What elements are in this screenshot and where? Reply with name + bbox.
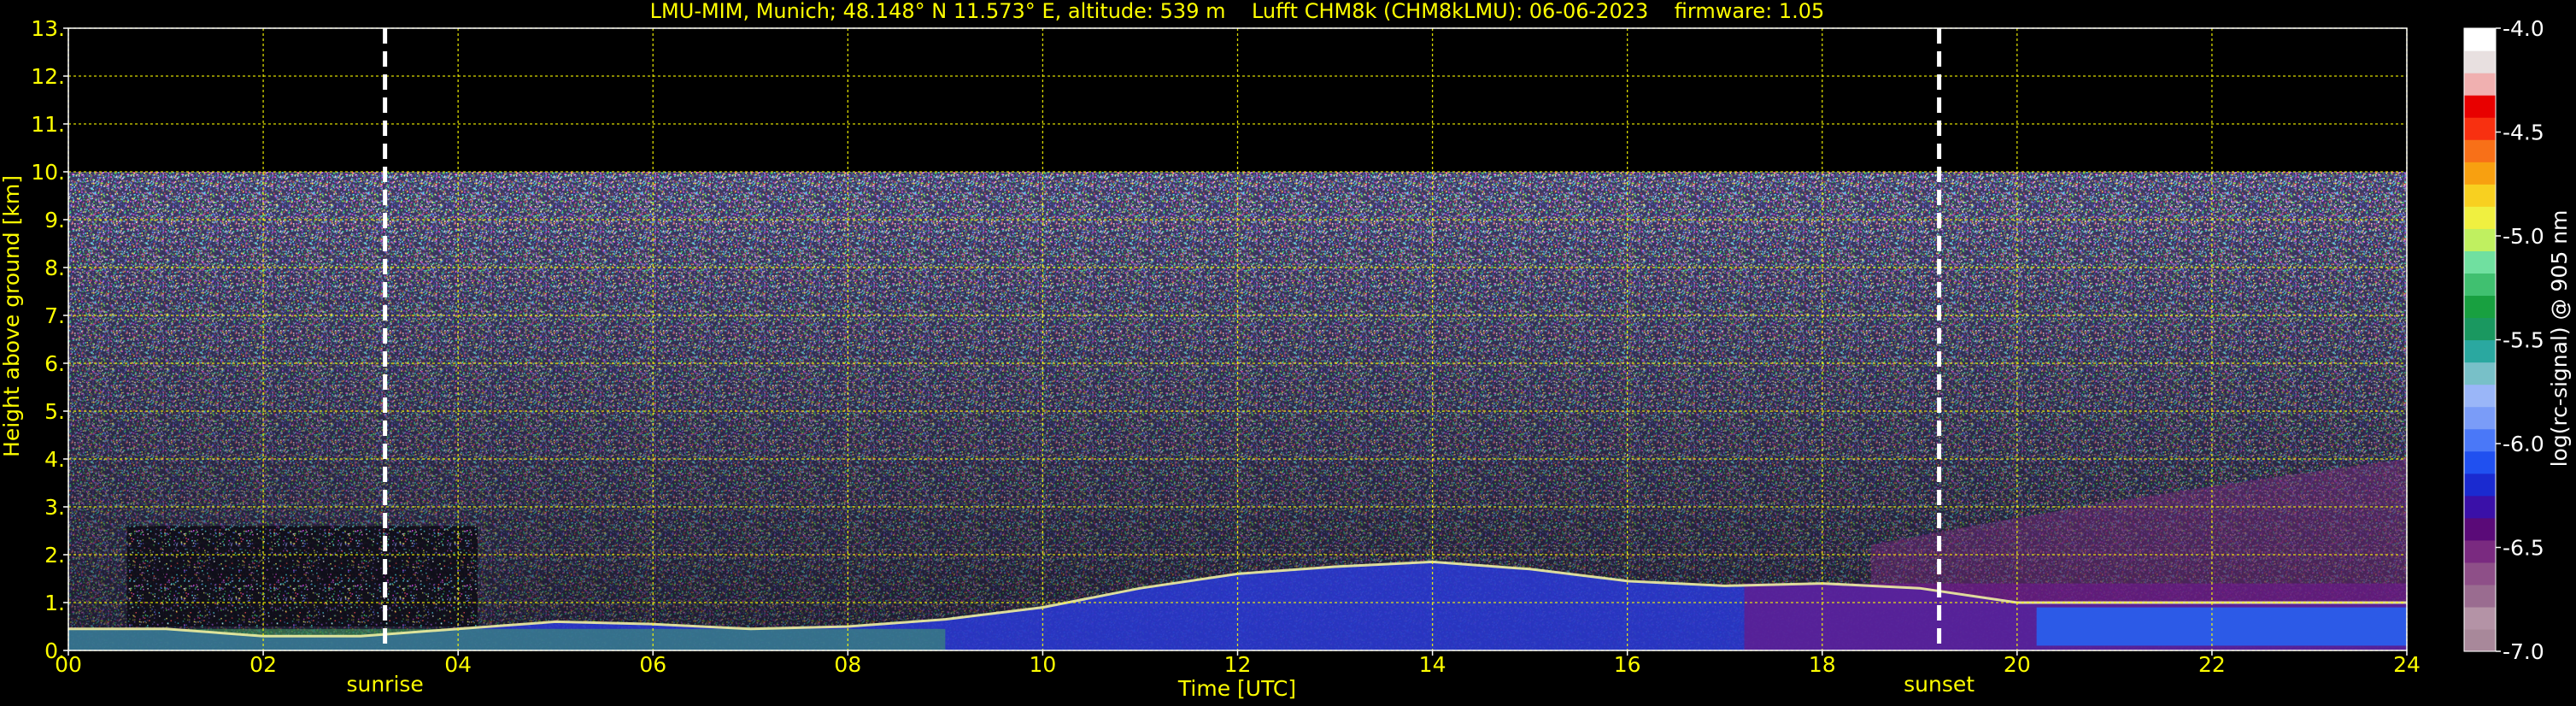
y-tick-label: 8. <box>44 256 65 280</box>
y-tick-label: 1. <box>44 591 65 615</box>
colorbar-swatch <box>2464 473 2496 497</box>
marker-label-sunrise: sunrise <box>346 672 423 697</box>
x-tick-label: 08 <box>834 652 861 677</box>
colorbar-swatch <box>2464 517 2496 541</box>
colorbar-swatch <box>2464 450 2496 474</box>
colorbar-tick-label: -5.0 <box>2503 224 2544 249</box>
y-tick-label: 7. <box>44 303 65 328</box>
y-tick-label: 11. <box>31 112 65 137</box>
colorbar-tick-label: -7.0 <box>2503 639 2544 664</box>
x-axis-label: Time [UTC] <box>1177 676 1296 701</box>
colorbar-tick-label: -5.5 <box>2503 328 2544 353</box>
x-tick-label: 12 <box>1224 652 1252 677</box>
colorbar-swatch <box>2464 273 2496 297</box>
x-tick-label: 20 <box>2004 652 2031 677</box>
colorbar-swatch <box>2464 206 2496 229</box>
colorbar-swatch <box>2464 339 2496 363</box>
colorbar-swatch <box>2464 317 2496 341</box>
colorbar-tick-label: -6.0 <box>2503 432 2544 456</box>
y-tick-label: 5. <box>44 399 65 424</box>
colorbar-swatch <box>2464 384 2496 408</box>
colorbar-swatch <box>2464 495 2496 519</box>
colorbar-tick-label: -6.5 <box>2503 536 2544 561</box>
colorbar-swatch <box>2464 362 2496 385</box>
x-tick-label: 24 <box>2393 652 2421 677</box>
x-tick-label: 02 <box>249 652 277 677</box>
nocturnal-layer <box>2036 607 2407 646</box>
y-tick-label: 13. <box>31 16 65 41</box>
y-tick-label: 3. <box>44 495 65 520</box>
colorbar-swatch <box>2464 228 2496 251</box>
colorbar-swatch <box>2464 562 2496 585</box>
colorbar-swatch <box>2464 584 2496 608</box>
y-tick-label: 6. <box>44 351 65 376</box>
colorbar-tick-label: -4.0 <box>2503 16 2544 41</box>
colorbar-swatch <box>2464 117 2496 140</box>
colorbar-swatch <box>2464 606 2496 630</box>
x-tick-label: 10 <box>1030 652 1057 677</box>
colorbar-swatch <box>2464 295 2496 319</box>
marker-label-sunset: sunset <box>1904 672 1975 697</box>
chart-title: LMU-MIM, Munich; 48.148° N 11.573° E, al… <box>650 0 1825 23</box>
colorbar-swatch <box>2464 406 2496 430</box>
colorbar-swatch <box>2464 250 2496 274</box>
colorbar-tick-label: -4.5 <box>2503 121 2544 145</box>
colorbar-swatch <box>2464 139 2496 162</box>
colorbar-swatch <box>2464 28 2496 51</box>
y-tick-label: 0. <box>44 638 65 663</box>
y-tick-label: 10. <box>31 160 65 185</box>
y-tick-label: 2. <box>44 543 65 568</box>
x-tick-label: 04 <box>444 652 472 677</box>
x-tick-label: 06 <box>639 652 666 677</box>
colorbar-swatch <box>2464 73 2496 96</box>
colorbar-swatch <box>2464 628 2496 652</box>
y-tick-label: 4. <box>44 447 65 472</box>
colorbar-swatch <box>2464 539 2496 563</box>
y-tick-label: 12. <box>31 64 65 89</box>
colorbar-swatch <box>2464 184 2496 207</box>
y-tick-label: 9. <box>44 208 65 232</box>
x-tick-label: 18 <box>1809 652 1836 677</box>
colorbar-swatch <box>2464 50 2496 74</box>
sparse-noise-morning <box>126 526 478 627</box>
colorbar: -4.0 -4.5 -5.0 -5.5 -6.0 -6.5 -7.0 <box>2463 16 2544 664</box>
x-tick-label: 14 <box>1419 652 1446 677</box>
colorbar-swatch <box>2464 95 2496 118</box>
ceilometer-chart: sunrise sunset 00 02 04 06 08 10 12 14 16 18 20 22 24… <box>0 0 2572 701</box>
y-axis-label: Height above ground [km] <box>0 175 24 457</box>
x-tick-label: 22 <box>2198 652 2226 677</box>
colorbar-swatch <box>2464 162 2496 185</box>
x-tick-label: 16 <box>1614 652 1641 677</box>
colorbar-label: log(rc-signal) @ 905 nm <box>2547 210 2572 468</box>
colorbar-swatch <box>2464 428 2496 452</box>
